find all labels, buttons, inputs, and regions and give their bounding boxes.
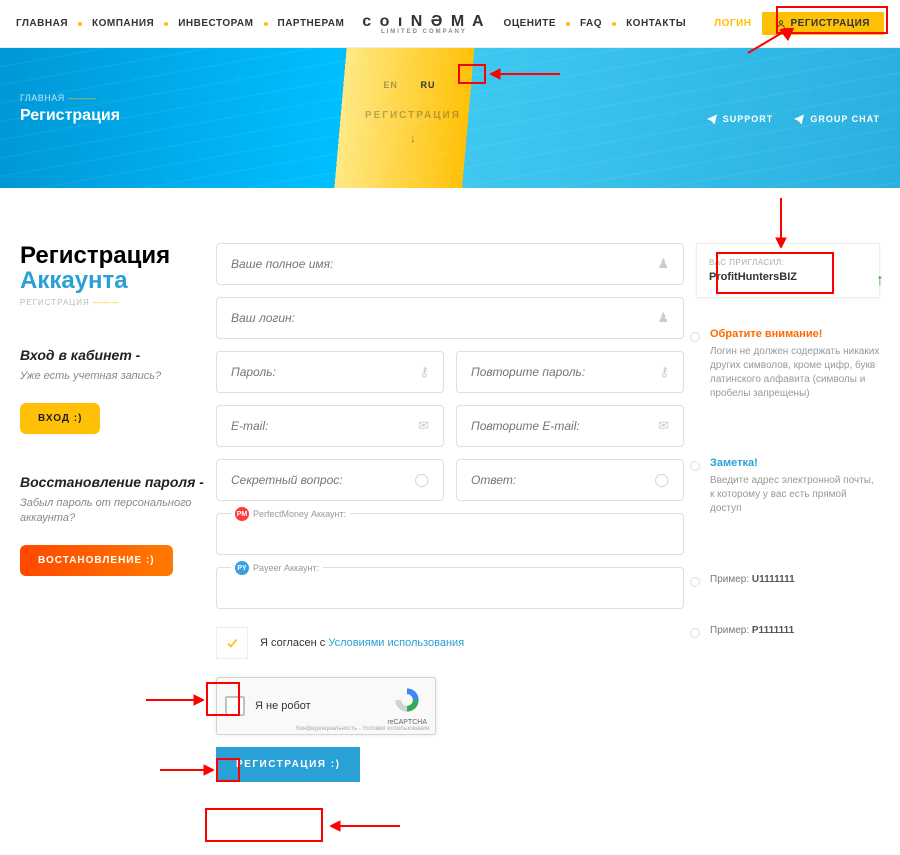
chat-icon: ◯ [654,472,669,488]
support-link[interactable]: SUPPORT [706,113,774,125]
email-input[interactable] [231,419,418,433]
hero-mid-title: РЕГИСТРАЦИЯ [365,110,461,121]
perfectmoney-input[interactable] [231,527,669,541]
right-column: ВАС ПРИГЛАСИЛ: ProfitHuntersBIZ Обратите… [696,243,880,782]
nav-partners[interactable]: ПАРТНЕРАМ [278,18,345,29]
fullname-field-wrap: ♟ [216,243,684,285]
recaptcha-checkbox[interactable] [225,696,245,716]
hero-title: Регистрация [20,107,120,125]
nav-left-group: ГЛАВНАЯ КОМПАНИЯ ИНВЕСТОРАМ ПАРТНЕРАМ [16,18,344,29]
hint-payeer: Пример: P1111111 [696,625,880,636]
payeer-input[interactable] [231,581,669,595]
signin-text: Уже есть учетная запись? [20,369,204,384]
left-column: Регистрация Аккаунта РЕГИСТРАЦИЯ ——— Вхо… [20,243,204,782]
recaptcha: Я не робот reCAPTCHA Конфиденциальность … [216,677,436,735]
recovery-button[interactable]: ВОСТАНОВЛЕНИЕ :) [20,545,173,576]
register-button[interactable]: РЕГИСТРАЦИЯ [762,12,884,35]
hero-banner: ГЛАВНАЯ ——— Регистрация EN RU РЕГИСТРАЦИ… [0,48,900,188]
nav-investors[interactable]: ИНВЕСТОРАМ [178,18,253,29]
signin-heading: Вход в кабинет - [20,347,204,363]
login-link[interactable]: ЛОГИН [714,18,751,29]
chat-icon: ◯ [414,472,429,488]
key-icon: ⚷ [659,364,669,380]
nav-faq[interactable]: FAQ [580,18,602,29]
invited-label: ВАС ПРИГЛАСИЛ: [709,258,867,267]
page-title: Регистрация Аккаунта [20,243,204,293]
signin-button[interactable]: ВХОД :) [20,403,100,434]
terms-checkbox[interactable] [216,627,248,659]
terms-link[interactable]: Условиями использования [328,637,464,649]
user-icon [776,19,786,29]
login-input[interactable] [231,311,657,325]
terms-text: Я согласен с Условиями использования [260,637,464,649]
nav-rate[interactable]: ОЦЕНИТЕ [504,18,556,29]
password2-input[interactable] [471,365,659,379]
nav-right-group: ОЦЕНИТЕ FAQ КОНТАКТЫ ЛОГИН РЕГИСТРАЦИЯ [504,12,884,35]
top-nav: ГЛАВНАЯ КОМПАНИЯ ИНВЕСТОРАМ ПАРТНЕРАМ c … [0,0,900,48]
attention-block: Обратите внимание! Логин не должен содер… [696,328,880,401]
question-input[interactable] [231,473,414,487]
group-chat-link[interactable]: GROUP CHAT [793,113,880,125]
paper-plane-icon [706,113,718,125]
register-form: ♟ ♟ ⚷ ⚷ ✉ ✉ ◯ ◯ PMPerfectMoney Аккаунт: [216,243,684,782]
recaptcha-logo: reCAPTCHA [387,686,427,726]
pm-badge-icon: PM [235,507,249,521]
user-icon: ♟ [657,256,669,272]
invited-by-box: ВАС ПРИГЛАСИЛ: ProfitHuntersBIZ [696,243,880,298]
nav-contacts[interactable]: КОНТАКТЫ [626,18,686,29]
chevron-down-icon: ↓ [365,131,461,145]
recaptcha-label: Я не робот [255,700,377,712]
nav-company[interactable]: КОМПАНИЯ [92,18,154,29]
payeer-badge-icon: PY [235,561,249,575]
breadcrumb[interactable]: ГЛАВНАЯ ——— [20,93,120,103]
recovery-heading: Восстановление пароля - [20,474,204,490]
logo[interactable]: c o ı N Ə M A LIMITED COMPANY [362,13,485,35]
mail-icon: ✉ [658,418,669,434]
scroll-top-button[interactable]: ↑ [876,272,884,290]
note-block: Заметка! Введите адрес электронной почты… [696,457,880,516]
submit-button[interactable]: РЕГИСТРАЦИЯ :) [216,747,360,782]
check-icon [225,636,239,650]
user-icon: ♟ [657,310,669,326]
email2-input[interactable] [471,419,658,433]
paper-plane-icon [793,113,805,125]
recovery-text: Забыл пароль от персонального аккаунта? [20,496,204,527]
lang-en[interactable]: EN [383,80,398,90]
key-icon: ⚷ [419,364,429,380]
hint-pm: Пример: U1111111 [696,574,880,585]
mail-icon: ✉ [418,418,429,434]
nav-home[interactable]: ГЛАВНАЯ [16,18,68,29]
invited-value: ProfitHuntersBIZ [709,271,867,283]
answer-input[interactable] [471,473,654,487]
lang-ru[interactable]: RU [413,77,442,93]
fullname-input[interactable] [231,257,657,271]
password-input[interactable] [231,365,419,379]
